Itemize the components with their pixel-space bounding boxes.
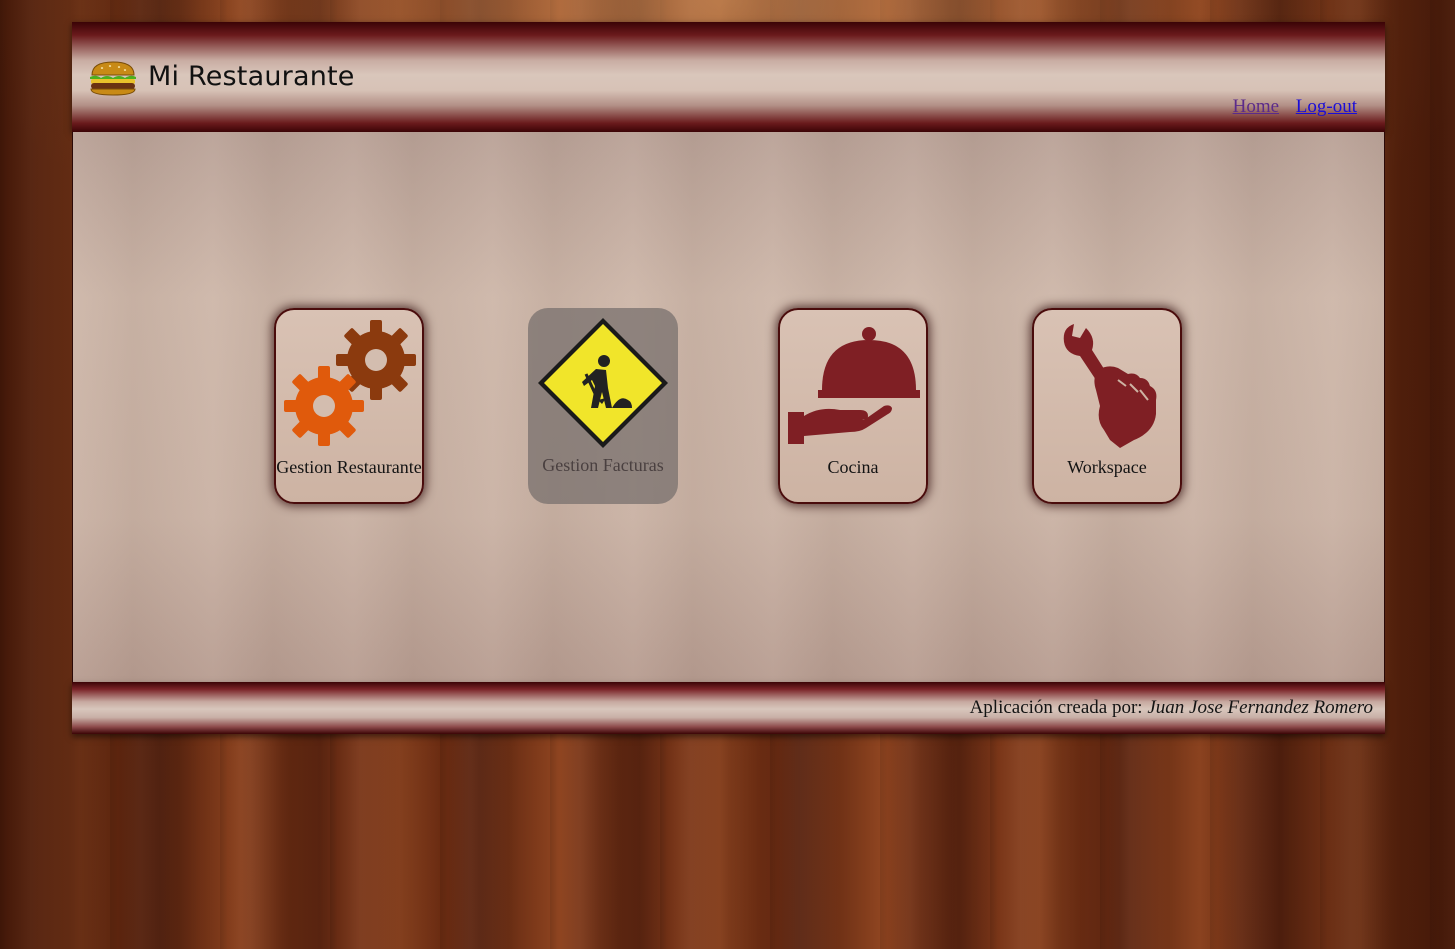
under-construction-icon [538, 318, 668, 448]
tile-label: Workspace [1067, 457, 1147, 477]
credit-author: Juan Jose Fernandez Romero [1147, 697, 1373, 718]
page-container: Mi Restaurante Home Log-out Gestion Rest… [72, 22, 1385, 734]
main-panel: Gestion Restaurante Gestion Facturas Coc… [72, 132, 1385, 682]
site-footer: Aplicación creada por: Juan Jose Fernand… [72, 682, 1385, 734]
tile-workspace[interactable]: Workspace [1032, 308, 1182, 504]
credit-text: Aplicación creada por: Juan Jose Fernand… [970, 697, 1373, 719]
serving-cloche-icon [788, 327, 920, 444]
tile-gestion-restaurante[interactable]: Gestion Restaurante [274, 308, 424, 504]
tile-label: Gestion Facturas [542, 455, 664, 475]
wrench-hand-icon [1063, 324, 1157, 448]
credit-prefix: Aplicación creada por: [969, 697, 1148, 718]
hamburger-icon [90, 61, 136, 96]
nav-logout-link[interactable]: Log-out [1296, 96, 1357, 117]
site-title: Mi Restaurante [148, 61, 355, 92]
tile-cocina[interactable]: Cocina [778, 308, 928, 504]
tile-gestion-facturas: Gestion Facturas [528, 308, 678, 504]
nav-home-link[interactable]: Home [1233, 96, 1279, 117]
top-nav: Home Log-out [1221, 96, 1357, 118]
site-header: Mi Restaurante Home Log-out [72, 22, 1385, 132]
tile-label: Cocina [827, 457, 879, 477]
gears-icon [284, 320, 416, 446]
tile-label: Gestion Restaurante [276, 457, 422, 477]
